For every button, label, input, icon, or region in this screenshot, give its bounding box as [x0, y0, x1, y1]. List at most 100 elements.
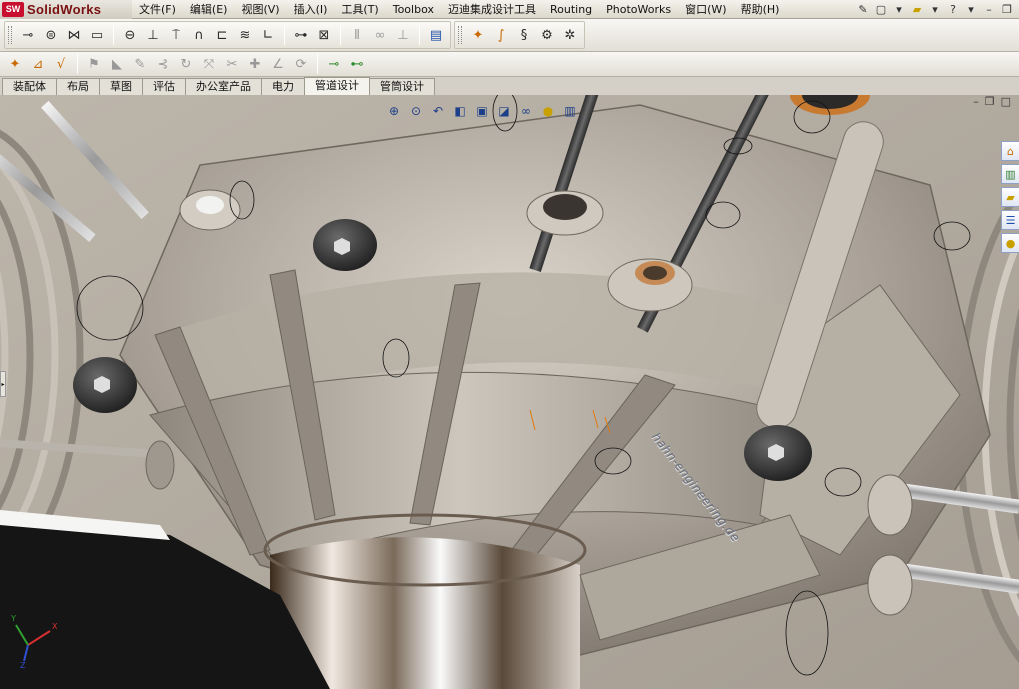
hanger-icon[interactable]: ∩ — [188, 24, 210, 46]
edit-route-icon[interactable]: ✎ — [129, 53, 151, 75]
view-orientation-icon[interactable]: ▣ — [473, 103, 491, 119]
menu-file[interactable]: 文件(F) — [132, 0, 183, 19]
route-endpoint-icon[interactable]: ⊷ — [346, 53, 368, 75]
elbow-icon[interactable]: ∟ — [257, 24, 279, 46]
link-icon[interactable]: ∞ — [369, 24, 391, 46]
menu-routing[interactable]: Routing — [543, 0, 599, 19]
valve-icon[interactable]: ⋈ — [63, 24, 85, 46]
pipe-fittings-toolbar: ⊸ ⊜ ⋈ ▭ ⊖ ⊥ ⍑ ∩ ⊏ ≋ ∟ ⊶ ⊠ ⦀ ∞ ⊥ ▤ — [4, 21, 451, 49]
toolbar-separator — [113, 25, 114, 45]
restore-icon[interactable]: ❐ — [999, 2, 1015, 17]
support-icon[interactable]: ⍑ — [165, 24, 187, 46]
scene-icon[interactable]: ▥ — [561, 103, 579, 119]
auto-route-icon[interactable]: ∫ — [490, 24, 512, 46]
zoom-area-icon[interactable]: ⊙ — [407, 103, 425, 119]
tab-layout[interactable]: 布局 — [56, 78, 100, 95]
reducer-icon[interactable]: ⊖ — [119, 24, 141, 46]
view-palette-icon[interactable]: ☰ — [1001, 210, 1019, 230]
zoom-to-fit-icon[interactable]: ⊕ — [385, 103, 403, 119]
viewport-maximize-icon[interactable]: □ — [1001, 95, 1011, 108]
connector-icon[interactable]: ⊶ — [290, 24, 312, 46]
menu-window[interactable]: 窗口(W) — [678, 0, 733, 19]
tab-piping[interactable]: 管道设计 — [304, 77, 370, 95]
design-library-icon[interactable]: ▥ — [1001, 164, 1019, 184]
menu-tools[interactable]: 工具(T) — [334, 0, 385, 19]
help-icon[interactable]: ? — [945, 2, 961, 17]
move-component-icon[interactable]: ⤧ — [198, 53, 220, 75]
flexible-route-icon[interactable]: § — [513, 24, 535, 46]
file-explorer-icon[interactable]: ▰ — [1001, 187, 1019, 207]
new-document-icon[interactable]: ▢ — [873, 2, 889, 17]
base-icon[interactable]: ⊥ — [392, 24, 414, 46]
smart-mate-icon[interactable]: ✦ — [4, 53, 26, 75]
coupling-icon[interactable]: ⊜ — [40, 24, 62, 46]
previous-view-icon[interactable]: ↶ — [429, 103, 447, 119]
toolbar-separator — [77, 54, 78, 74]
dropdown-arrow-icon[interactable]: ▾ — [927, 2, 943, 17]
toolbar-grip[interactable] — [458, 25, 462, 45]
menu-view[interactable]: 视图(V) — [234, 0, 286, 19]
triad-y-label: Y — [10, 614, 16, 623]
viewport-minimize-icon[interactable]: – — [973, 95, 979, 108]
toolbar-separator — [340, 25, 341, 45]
routing-toolbar: ⊸ ⊜ ⋈ ▭ ⊖ ⊥ ⍑ ∩ ⊏ ≋ ∟ ⊶ ⊠ ⦀ ∞ ⊥ ▤ ✦ ∫ § … — [0, 19, 1019, 52]
appearance-icon[interactable]: ● — [539, 103, 557, 119]
hide-show-icon[interactable]: ∞ — [517, 103, 535, 119]
triad-x-axis — [27, 630, 51, 646]
solidworks-resources-icon[interactable]: ⌂ — [1001, 141, 1019, 161]
route-point-icon[interactable]: ✦ — [467, 24, 489, 46]
viewport-restore-icon[interactable]: ❐ — [985, 95, 995, 108]
toolbar-grip[interactable] — [8, 25, 12, 45]
feature-manager-collapse-handle[interactable]: ▸ — [0, 371, 6, 397]
triad-z-axis — [23, 644, 29, 662]
display-style-icon[interactable]: ◪ — [495, 103, 513, 119]
triad-z-label: Z — [20, 661, 26, 669]
tab-office-products[interactable]: 办公室产品 — [185, 78, 262, 95]
flange-icon[interactable]: ⊸ — [17, 24, 39, 46]
graphics-viewport[interactable]: hahn-engineering.de ⊕ ⊙ ↶ ◧ ▣ ◪ ∞ ● ▥ – … — [0, 95, 1019, 689]
menu-insert[interactable]: 插入(I) — [287, 0, 335, 19]
tee-icon[interactable]: ⊥ — [142, 24, 164, 46]
menu-maidi-tools[interactable]: 迈迪集成设计工具 — [441, 0, 543, 19]
tab-electrical[interactable]: 电力 — [261, 78, 305, 95]
menu-bar: SW SolidWorks 文件(F) 编辑(E) 视图(V) 插入(I) 工具… — [0, 0, 1019, 19]
tab-assembly[interactable]: 装配体 — [2, 78, 57, 95]
dropdown-arrow-icon[interactable]: ▾ — [963, 2, 979, 17]
route-properties-icon[interactable]: ⚙ — [536, 24, 558, 46]
app-brand-name: SolidWorks — [27, 1, 102, 17]
route-options-icon[interactable]: ✲ — [559, 24, 581, 46]
tab-sketch[interactable]: 草图 — [99, 78, 143, 95]
insert-component-icon[interactable]: ⊿ — [27, 53, 49, 75]
spring-icon[interactable]: ≋ — [234, 24, 256, 46]
attach-icon[interactable]: ⊰ — [152, 53, 174, 75]
menu-edit[interactable]: 编辑(E) — [183, 0, 235, 19]
library-icon[interactable]: ▤ — [425, 24, 447, 46]
appearances-icon[interactable]: ● — [1001, 233, 1019, 253]
cross-box-icon[interactable]: ⊠ — [313, 24, 335, 46]
connection-point-icon[interactable]: ⊸ — [323, 53, 345, 75]
sw-badge-icon: SW — [2, 1, 24, 17]
tab-tubing[interactable]: 管筒设计 — [369, 78, 435, 95]
rebuild-icon[interactable]: ⟳ — [290, 53, 312, 75]
tab-evaluate[interactable]: 评估 — [142, 78, 186, 95]
split-icon[interactable]: ✂ — [221, 53, 243, 75]
menu-toolbox[interactable]: Toolbox — [386, 0, 441, 19]
flag-icon[interactable]: ⚑ — [83, 53, 105, 75]
add-fitting-icon[interactable]: ✚ — [244, 53, 266, 75]
section-view-icon[interactable]: ◧ — [451, 103, 469, 119]
split-route-icon[interactable]: ⦀ — [346, 24, 368, 46]
dropdown-arrow-icon[interactable]: ▾ — [891, 2, 907, 17]
menu-help[interactable]: 帮助(H) — [734, 0, 787, 19]
dimension-icon[interactable]: ∠ — [267, 53, 289, 75]
menu-photoworks[interactable]: PhotoWorks — [599, 0, 678, 19]
minimize-icon[interactable]: – — [981, 2, 997, 17]
menu-quick-icons: ✎ ▢ ▾ ▰ ▾ ? ▾ – ❐ — [855, 2, 1019, 17]
clip-icon[interactable]: ⊏ — [211, 24, 233, 46]
block-icon[interactable]: ◣ — [106, 53, 128, 75]
pin-icon[interactable]: ✎ — [855, 2, 871, 17]
solidworks-logo[interactable]: SW SolidWorks — [0, 0, 132, 19]
pipe-segment-icon[interactable]: ▭ — [86, 24, 108, 46]
open-folder-icon[interactable]: ▰ — [909, 2, 925, 17]
checkmark-route-icon[interactable]: √ — [50, 53, 72, 75]
rotate-component-icon[interactable]: ↻ — [175, 53, 197, 75]
